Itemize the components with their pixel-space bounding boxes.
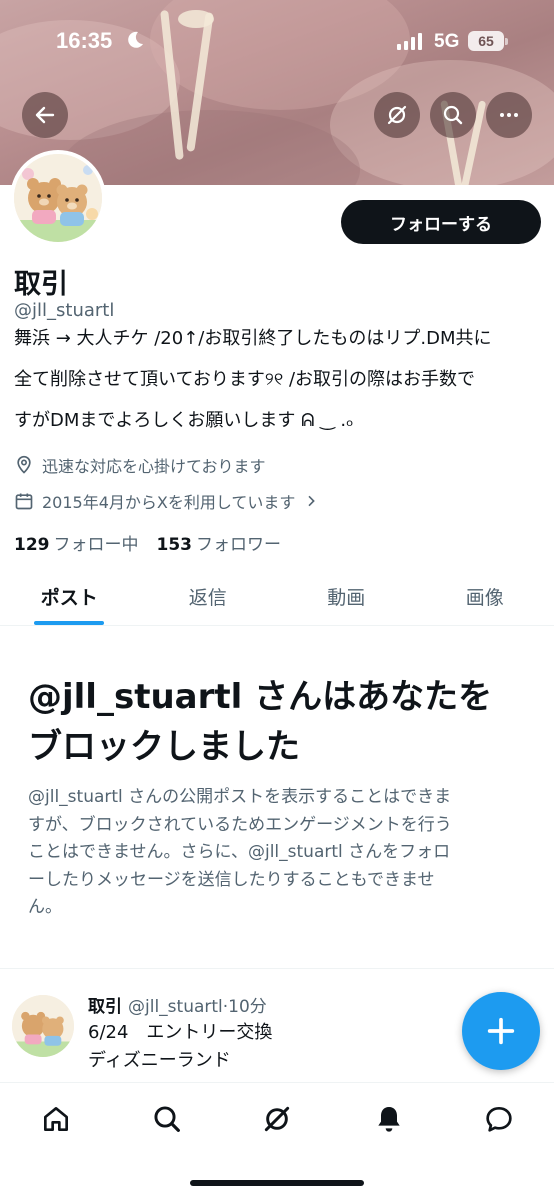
nav-grok[interactable] [259,1101,295,1137]
followers-label: フォロワー [196,535,281,555]
post-line: ディズニーランド [88,1050,231,1071]
blocked-title-line: @jll_stuartl さんはあなたを [28,677,493,717]
follow-stats: 129 フォロー中 153 フォロワー [14,530,281,555]
tab-replies[interactable]: 返信 [139,568,278,625]
bell-icon [378,1107,400,1132]
location-text: 迅速な対応を心掛けております [42,457,266,476]
post-body[interactable]: 6/24 エントリー交換 ディズニーランド [88,1019,272,1075]
moon-icon [125,30,145,54]
profile-joined[interactable]: 2015年4月からXを利用しています [14,489,319,513]
more-icon [500,113,518,117]
blocked-desc-line: すが、ブロックされているためエンゲージメントを行う [28,814,452,835]
blocked-desc-line: @jll_stuartl さんの公開ポストを表示することはできま [28,787,452,807]
post-line: 6/24 エントリー交換 [88,1022,273,1043]
grok-button[interactable] [374,92,420,138]
joined-text: 2015年4月からXを利用しています [42,493,296,512]
followers-count: 153 [156,535,193,555]
tab-replies-label: 返信 [188,587,227,609]
search-icon [154,1106,180,1132]
compose-button[interactable] [462,992,540,1070]
home-indicator [190,1180,364,1186]
blocked-title-line: ブロックしました [28,727,300,767]
status-bar: 16:35 5G 65 [0,0,554,80]
following-link[interactable]: 129 フォロー中 [14,530,139,555]
post-author-handle[interactable]: @jll_stuartl [128,997,223,1017]
profile-display-name: 取引 [14,269,68,300]
home-icon [44,1107,68,1131]
blocked-title: @jll_stuartl さんはあなたを ブロックしました [28,672,538,772]
network-type: 5G [434,31,460,52]
blocked-desc-line: ーしたりメッセージを送信したりすることもできませ [28,869,435,890]
blocked-desc-line: ん。 [28,897,62,917]
divider [0,968,554,969]
post-header: 取引 @jll_stuartl·10分 [88,992,267,1017]
grok-icon [264,1106,290,1132]
blocked-desc-line: ことはできません。さらに、@jll_stuartl さんをフォロ [28,842,451,862]
nav-messages[interactable] [481,1101,517,1137]
tab-posts-label: ポスト [40,587,98,609]
nav-search[interactable] [149,1101,185,1137]
tab-images[interactable]: 画像 [416,568,554,625]
nav-home[interactable] [38,1101,74,1137]
arrow-left-icon [35,106,55,124]
more-button[interactable] [486,92,532,138]
message-icon [486,1107,512,1132]
post-time: ·10分 [222,997,267,1017]
search-icon [443,105,463,125]
follow-button[interactable]: フォローする [341,200,541,244]
blocked-description: @jll_stuartl さんの公開ポストを表示することはできま すが、ブロック… [28,784,528,922]
tab-images-label: 画像 [465,587,504,609]
plus-icon [487,1017,515,1045]
bear-avatar-image [12,995,74,1057]
calendar-icon [15,493,33,510]
bio-line: 全て削除させて頂いております୨୧ /お取引の際はお手数で [14,369,476,390]
nav-notifications[interactable] [371,1101,407,1137]
grok-icon [387,105,407,125]
post-avatar[interactable] [12,995,74,1057]
tab-videos-label: 動画 [327,587,366,609]
following-label: フォロー中 [53,535,139,555]
bio-line: 舞浜 → 大人チケ /20↑/お取引終了したものはリプ.DM共に [14,328,492,349]
search-button[interactable] [430,92,476,138]
post-author-name[interactable]: 取引 [88,997,122,1017]
bear-avatar-image [14,154,102,242]
profile-tabs: ポスト 返信 動画 画像 [0,568,554,626]
profile-avatar[interactable] [10,150,106,246]
chevron-right-icon [308,495,316,507]
battery-icon: 65 [468,31,504,51]
status-time: 16:35 [56,28,113,53]
bio-line: すがDMまでよろしくお願いします ᕱ ‿ .ₒ [14,410,354,431]
tab-videos[interactable]: 動画 [277,568,416,625]
battery-tip [505,38,508,45]
tab-posts[interactable]: ポスト [0,568,139,625]
following-count: 129 [14,535,50,555]
profile-bio: 舞浜 → 大人チケ /20↑/お取引終了したものはリプ.DM共に 全て削除させて… [14,318,544,441]
active-tab-indicator [34,621,105,625]
followers-link[interactable]: 153 フォロワー [157,530,282,555]
location-pin-icon [17,455,31,474]
profile-location: 迅速な対応を心掛けております [14,453,266,477]
signal-icon [397,32,422,50]
back-button[interactable] [22,92,68,138]
